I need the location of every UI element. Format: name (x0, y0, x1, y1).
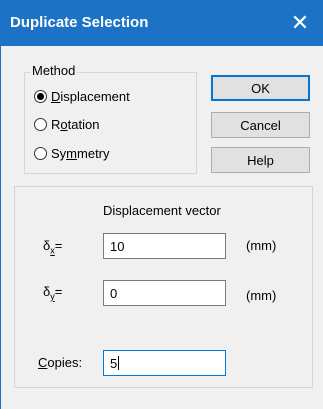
radio-label: Displacement (51, 88, 130, 104)
help-button[interactable]: Help (211, 147, 310, 173)
cancel-button[interactable]: Cancel (211, 112, 310, 138)
title-bar: Duplicate Selection ✕ (0, 0, 323, 46)
copies-label: Copies: (38, 355, 83, 370)
dx-label: δx= (43, 238, 63, 256)
dy-input[interactable]: 0 (103, 280, 226, 306)
radio-button[interactable] (34, 146, 47, 160)
window-title: Duplicate Selection (10, 14, 149, 31)
radio-label: Symmetry (51, 145, 110, 161)
method-legend: Method (30, 63, 78, 78)
text-caret (118, 356, 120, 370)
dy-label: δy= (43, 284, 63, 302)
ok-button[interactable]: OK (211, 75, 310, 101)
copies-input[interactable]: 5 (103, 350, 226, 376)
dx-input[interactable]: 10 (103, 233, 226, 259)
radio-button[interactable] (34, 117, 47, 131)
close-icon[interactable]: ✕ (277, 0, 323, 46)
radio-button[interactable] (34, 89, 47, 103)
radio-displacement[interactable]: Displacement (34, 87, 130, 105)
radio-label: Rotation (51, 116, 100, 132)
radio-symmetry[interactable]: Symmetry (34, 144, 110, 162)
dx-unit: (mm) (246, 238, 277, 253)
dy-unit: (mm) (246, 288, 277, 303)
window-border (0, 46, 1, 409)
vector-heading: Displacement vector (103, 203, 221, 218)
radio-rotation[interactable]: Rotation (34, 115, 99, 133)
